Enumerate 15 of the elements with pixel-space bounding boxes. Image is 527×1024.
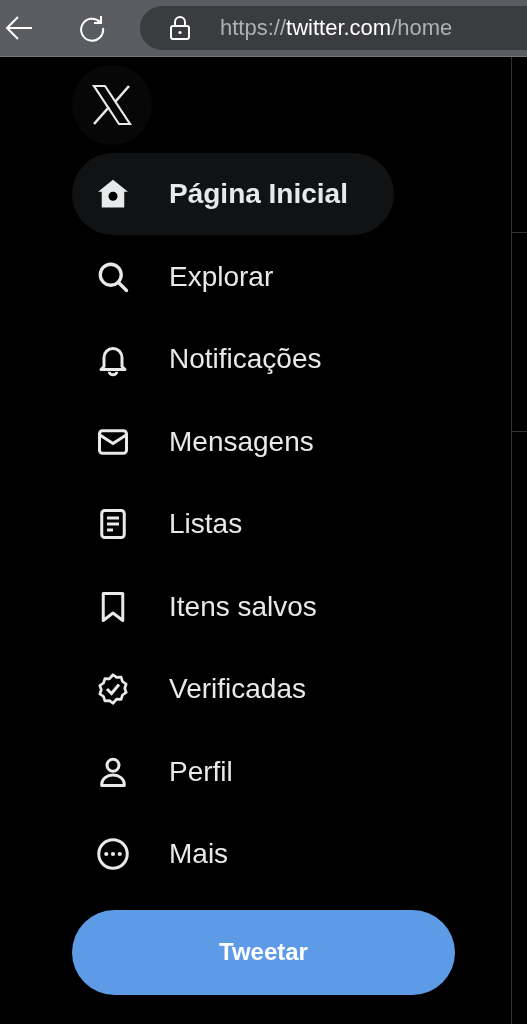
nav-item[interactable]: Itens salvos <box>72 565 363 648</box>
nav-item[interactable]: Página Inicial <box>72 153 394 236</box>
nav-item[interactable]: Perfil <box>72 730 279 813</box>
back-button[interactable] <box>5 15 33 41</box>
more-icon <box>95 836 131 873</box>
nav-item[interactable]: Mais <box>72 813 275 896</box>
nav-item[interactable]: Mensagens <box>72 400 360 483</box>
nav-item[interactable]: Notificações <box>72 318 368 401</box>
url-text: https://twitter.com/home <box>220 15 453 41</box>
nav-item[interactable]: Verificadas <box>72 648 352 731</box>
nav-item[interactable]: Listas <box>72 483 289 566</box>
nav-item[interactable]: Explorar <box>72 235 320 318</box>
address-bar[interactable]: https://twitter.com/home <box>140 6 527 50</box>
reload-button[interactable] <box>78 14 106 42</box>
lock-icon <box>170 16 190 40</box>
